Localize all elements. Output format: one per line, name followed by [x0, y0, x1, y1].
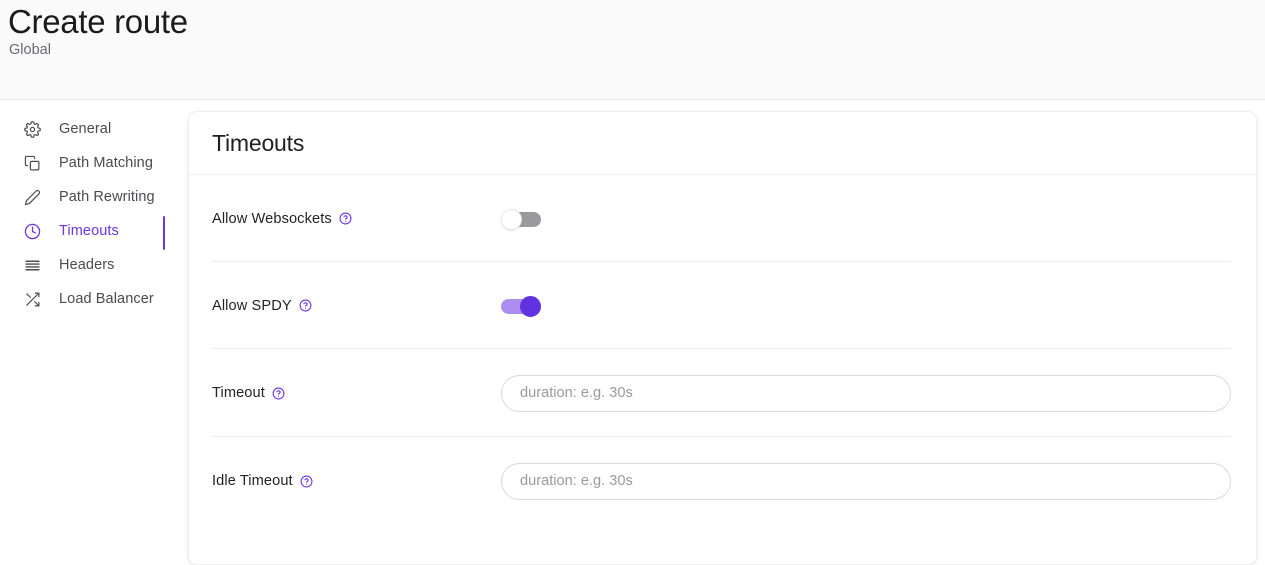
sidebar-item-label: Load Balancer — [59, 291, 154, 307]
form-row-idle-timeout: Idle Timeout — [212, 437, 1231, 525]
sidebar-item-path-rewriting[interactable]: Path Rewriting — [0, 180, 188, 214]
sidebar-item-path-matching[interactable]: Path Matching — [0, 146, 188, 180]
shuffle-icon — [23, 290, 41, 308]
field-label-allow-websockets: Allow Websockets — [212, 211, 501, 227]
toggle-allow-websockets[interactable] — [501, 209, 541, 229]
page-subtitle: Global — [9, 40, 51, 60]
help-icon[interactable] — [272, 387, 285, 400]
page-header: Create route Global — [0, 0, 1265, 100]
toggle-allow-spdy[interactable] — [501, 296, 541, 316]
settings-sidebar: General Path Matching Path Rewriting — [0, 101, 188, 565]
pencil-icon — [23, 188, 41, 206]
sidebar-item-label: Headers — [59, 257, 115, 273]
sidebar-item-label: General — [59, 121, 111, 137]
field-label-allow-spdy: Allow SPDY — [212, 298, 501, 314]
sidebar-item-load-balancer[interactable]: Load Balancer — [0, 282, 188, 316]
help-icon[interactable] — [299, 299, 312, 312]
field-label-text: Timeout — [212, 385, 265, 401]
clock-icon — [23, 222, 41, 240]
help-icon[interactable] — [300, 475, 313, 488]
sidebar-item-label: Path Matching — [59, 155, 153, 171]
idle-timeout-input[interactable] — [501, 463, 1231, 500]
form-row-timeout: Timeout — [212, 349, 1231, 437]
sidebar-item-label: Timeouts — [59, 223, 119, 239]
lines-icon — [23, 256, 41, 274]
panel-body: Allow Websockets — [189, 175, 1256, 525]
sidebar-item-general[interactable]: General — [0, 112, 188, 146]
timeouts-panel: Timeouts Allow Websockets — [188, 111, 1257, 565]
toggle-knob — [501, 209, 522, 230]
page-title: Create route — [8, 2, 188, 42]
copy-icon — [23, 154, 41, 172]
panel-header: Timeouts — [189, 112, 1256, 175]
gear-icon — [23, 120, 41, 138]
field-label-text: Idle Timeout — [212, 473, 293, 489]
field-label-timeout: Timeout — [212, 385, 501, 401]
active-indicator — [163, 216, 165, 250]
body-area: General Path Matching Path Rewriting — [0, 101, 1265, 565]
form-row-allow-spdy: Allow SPDY — [212, 262, 1231, 349]
toggle-knob — [520, 296, 541, 317]
field-label-text: Allow SPDY — [212, 298, 292, 314]
field-label-idle-timeout: Idle Timeout — [212, 473, 501, 489]
sidebar-item-label: Path Rewriting — [59, 189, 155, 205]
help-icon[interactable] — [339, 212, 352, 225]
panel-title: Timeouts — [212, 130, 304, 157]
sidebar-item-timeouts[interactable]: Timeouts — [0, 214, 188, 248]
timeout-input[interactable] — [501, 375, 1231, 412]
sidebar-item-headers[interactable]: Headers — [0, 248, 188, 282]
field-label-text: Allow Websockets — [212, 211, 332, 227]
form-row-allow-websockets: Allow Websockets — [212, 175, 1231, 262]
